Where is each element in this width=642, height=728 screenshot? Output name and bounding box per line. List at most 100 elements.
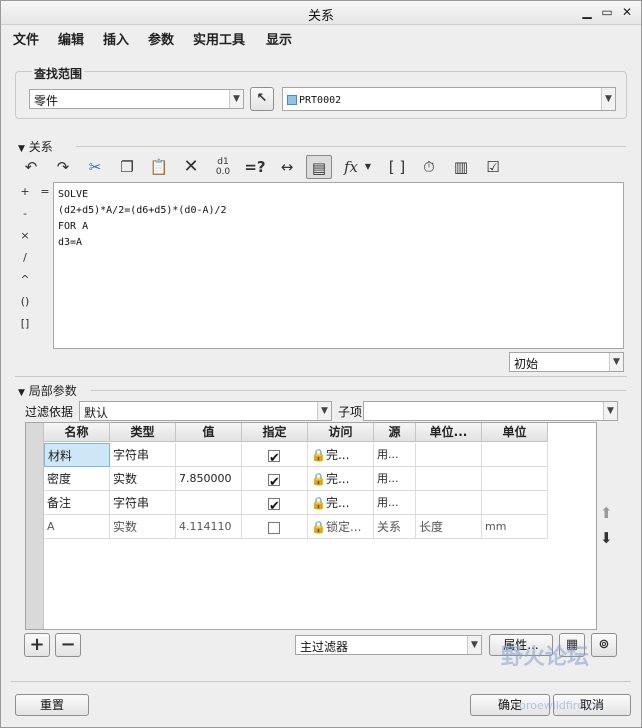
designate-checkbox[interactable] (268, 447, 280, 466)
designate-checkbox[interactable] (268, 495, 280, 514)
main-filter-select[interactable]: 主过滤器 ▼ (295, 635, 482, 655)
add-parameter-button[interactable]: + (24, 633, 50, 657)
function-dropdown-icon[interactable]: ▼ (361, 155, 375, 179)
verify-icon[interactable]: ▥ (448, 155, 474, 179)
relation-mode-select[interactable]: 初始 ▼ (509, 352, 624, 372)
cell-name[interactable]: 密度 (44, 467, 110, 491)
op-plus-button[interactable]: + (15, 185, 35, 198)
undo-icon[interactable]: ↶ (18, 155, 44, 179)
access-value: 完... (325, 496, 350, 510)
cell-unit[interactable]: mm (482, 515, 548, 539)
cut-icon[interactable]: ✂ (82, 155, 108, 179)
menu-file[interactable]: 文件 (13, 29, 39, 48)
menu-edit[interactable]: 编辑 (58, 29, 84, 48)
evaluate-icon[interactable]: =? (242, 155, 268, 179)
op-divide-button[interactable]: / (15, 251, 35, 264)
cell-source[interactable]: 用... (374, 467, 416, 491)
select-pointer-button[interactable]: ↖ (250, 87, 274, 111)
cell-unit-type[interactable] (416, 467, 482, 491)
copy-icon[interactable]: ❐ (114, 155, 140, 179)
op-equals-button[interactable]: = (35, 185, 55, 198)
cell-access[interactable]: 🔒完... (308, 443, 374, 467)
sort-icon[interactable]: ▤ (306, 155, 332, 179)
close-icon[interactable]: ✕ (619, 4, 635, 20)
cell-type[interactable]: 字符串 (110, 443, 176, 467)
cell-unit-type[interactable]: 长度 (416, 515, 482, 539)
cell-name[interactable]: A (44, 515, 110, 539)
cell-unit[interactable] (482, 443, 548, 467)
cell-value[interactable] (176, 443, 242, 467)
cell-access[interactable]: 🔒锁定... (308, 515, 374, 539)
relations-header[interactable]: ▼ 关系 (18, 138, 53, 155)
paste-icon[interactable]: 📋 (146, 155, 172, 179)
cell-designate[interactable] (242, 443, 308, 467)
child-select[interactable]: ▼ (363, 401, 618, 421)
op-power-button[interactable]: ^ (15, 273, 35, 286)
column-header-unit-type[interactable]: 单位... (416, 423, 482, 442)
cell-designate[interactable] (242, 467, 308, 491)
reset-button[interactable]: 重置 (15, 694, 89, 716)
menu-display[interactable]: 显示 (266, 29, 292, 48)
menu-utilities[interactable]: 实用工具 (193, 29, 245, 48)
binoculars-icon: ⊚ (598, 637, 610, 652)
check-icon[interactable]: ☑ (480, 155, 506, 179)
local-params-header[interactable]: ▼ 局部参数 (18, 382, 77, 399)
cell-designate[interactable] (242, 491, 308, 515)
model-select[interactable]: PRT0002 ▼ (282, 87, 616, 111)
search-button[interactable]: ⊚ (591, 633, 617, 657)
menu-insert[interactable]: 插入 (103, 29, 129, 48)
relation-line: (d2+d5)*A/2=(d6+d5)*(d0-A)/2 (58, 205, 227, 216)
dimension-icon[interactable]: ↔ (274, 155, 300, 179)
brackets-icon[interactable]: [ ] (384, 155, 410, 179)
filter-select[interactable]: 默认 ▼ (79, 401, 332, 421)
redo-icon[interactable]: ↷ (50, 155, 76, 179)
maximize-icon[interactable]: ▭ (599, 4, 615, 20)
cell-name[interactable]: 备注 (44, 491, 110, 515)
column-header-designate[interactable]: 指定 (242, 423, 308, 442)
cell-designate[interactable] (242, 515, 308, 539)
delete-icon[interactable]: ✕ (178, 155, 204, 179)
op-minus-button[interactable]: - (15, 207, 35, 220)
column-header-type[interactable]: 类型 (110, 423, 176, 442)
access-value: 完... (325, 472, 350, 486)
column-header-source[interactable]: 源 (374, 423, 416, 442)
cell-type[interactable]: 字符串 (110, 491, 176, 515)
timer-icon[interactable]: ⏱ (416, 155, 442, 179)
toggle-display-icon[interactable]: d1 0.0 (210, 155, 236, 179)
op-brackets-button[interactable]: [] (15, 317, 35, 330)
remove-parameter-button[interactable]: − (55, 633, 81, 657)
cell-unit[interactable] (482, 491, 548, 515)
column-header-unit[interactable]: 单位 (482, 423, 548, 442)
move-up-icon[interactable]: ⬆ (600, 504, 613, 522)
cell-access[interactable]: 🔒完... (308, 491, 374, 515)
cell-value[interactable] (176, 491, 242, 515)
cell-type[interactable]: 实数 (110, 515, 176, 539)
op-multiply-button[interactable]: × (15, 229, 35, 242)
cell-value[interactable]: 4.114110 (176, 515, 242, 539)
minimize-icon[interactable]: ▁ (579, 4, 595, 20)
forum-watermark-url: proewildfire.cn (519, 699, 601, 712)
menu-parameters[interactable]: 参数 (148, 29, 174, 48)
cell-source[interactable]: 关系 (374, 515, 416, 539)
cell-source[interactable]: 用... (374, 443, 416, 467)
op-parens-button[interactable]: () (15, 295, 35, 308)
chevron-down-icon: ▼ (601, 88, 615, 110)
scope-select[interactable]: 零件 ▼ (29, 89, 244, 109)
relations-editor[interactable]: SOLVE (d2+d5)*A/2=(d6+d5)*(d0-A)/2 FOR A… (53, 182, 624, 349)
forum-watermark: 野火论坛 (501, 645, 590, 670)
cell-type[interactable]: 实数 (110, 467, 176, 491)
cell-unit[interactable] (482, 467, 548, 491)
designate-checkbox[interactable] (268, 471, 280, 490)
cell-name[interactable]: 材料 (44, 443, 110, 467)
move-down-icon[interactable]: ⬇ (600, 529, 613, 547)
cell-access[interactable]: 🔒完... (308, 467, 374, 491)
cell-unit-type[interactable] (416, 491, 482, 515)
column-header-access[interactable]: 访问 (308, 423, 374, 442)
column-header-name[interactable]: 名称 (44, 423, 110, 442)
column-header-value[interactable]: 值 (176, 423, 242, 442)
chevron-down-icon: ▼ (317, 402, 331, 420)
cell-unit-type[interactable] (416, 443, 482, 467)
designate-checkbox[interactable] (268, 521, 280, 534)
cell-value[interactable]: 7.850000 (176, 467, 242, 491)
cell-source[interactable]: 用... (374, 491, 416, 515)
